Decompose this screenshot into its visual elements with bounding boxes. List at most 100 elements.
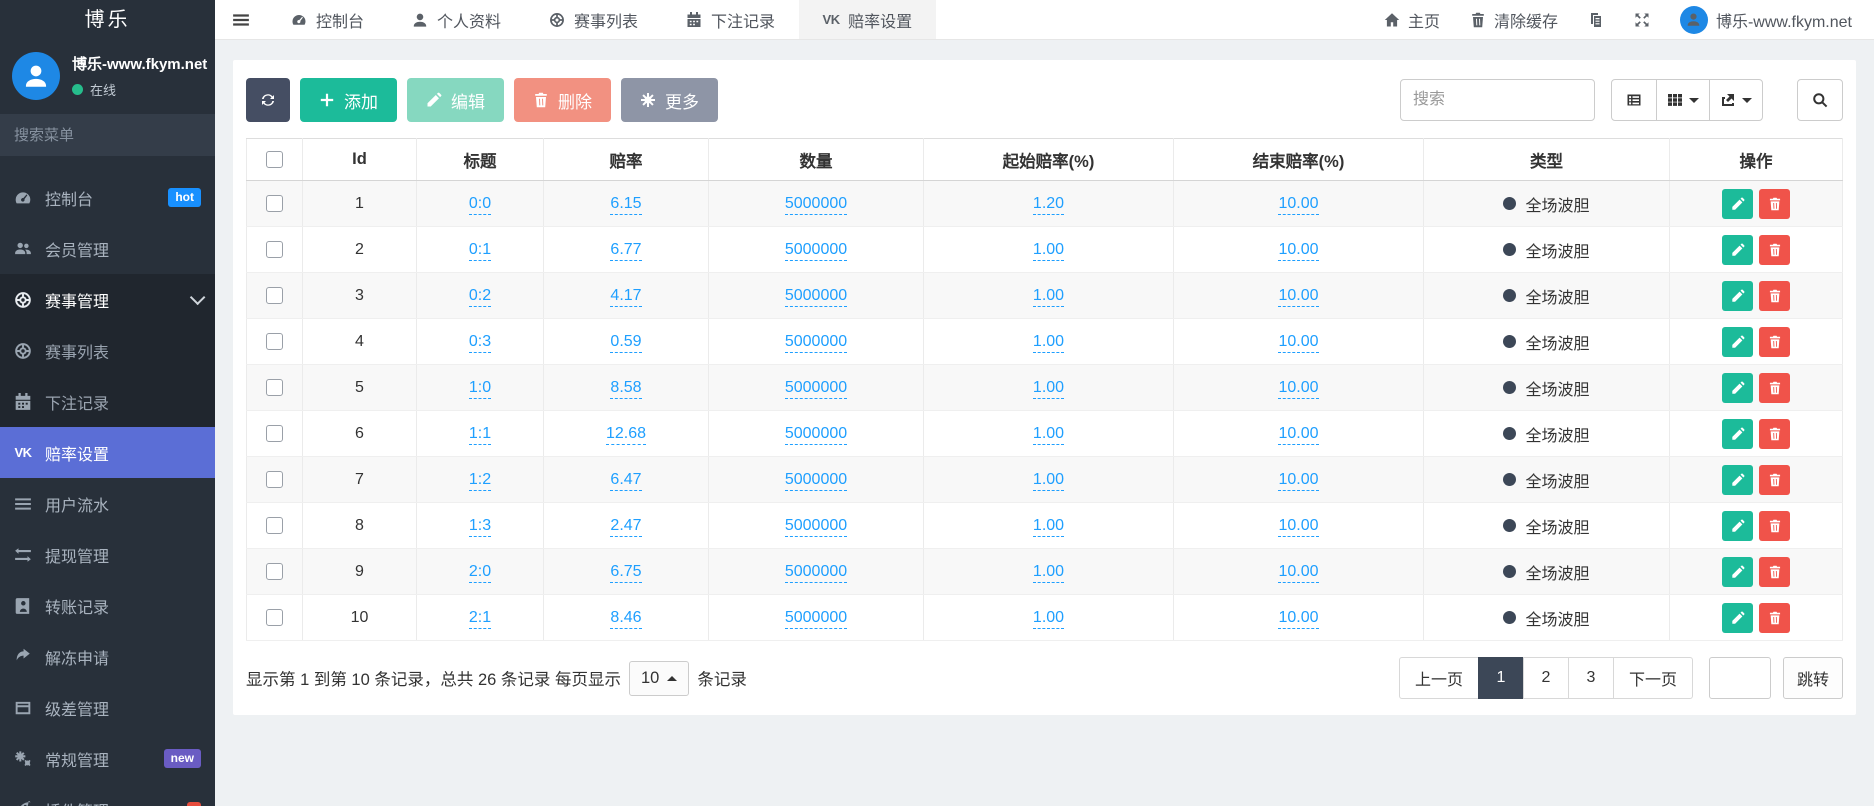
row-checkbox[interactable] <box>266 563 283 580</box>
delete-button[interactable]: 删除 <box>514 78 611 122</box>
editable-cell[interactable]: 1:3 <box>469 517 491 537</box>
row-delete-button[interactable] <box>1759 373 1790 403</box>
editable-cell[interactable]: 5000000 <box>785 195 847 215</box>
row-delete-button[interactable] <box>1759 557 1790 587</box>
select-all-checkbox[interactable] <box>266 151 283 168</box>
jump-page-input[interactable] <box>1709 657 1771 699</box>
editable-cell[interactable]: 2.47 <box>610 517 641 537</box>
row-delete-button[interactable] <box>1759 281 1790 311</box>
editable-cell[interactable]: 6.77 <box>610 241 641 261</box>
row-edit-button[interactable] <box>1722 465 1753 495</box>
row-edit-button[interactable] <box>1722 511 1753 541</box>
home-link[interactable]: 主页 <box>1384 8 1440 32</box>
row-delete-button[interactable] <box>1759 235 1790 265</box>
avatar[interactable] <box>12 52 60 100</box>
row-edit-button[interactable] <box>1722 281 1753 311</box>
row-edit-button[interactable] <box>1722 373 1753 403</box>
sidebar-item-用户流水[interactable]: 用户流水 <box>0 478 215 529</box>
editable-cell[interactable]: 5000000 <box>785 563 847 583</box>
row-delete-button[interactable] <box>1759 327 1790 357</box>
row-edit-button[interactable] <box>1722 235 1753 265</box>
row-delete-button[interactable] <box>1759 419 1790 449</box>
sidebar-item-解冻申请[interactable]: 解冻申请 <box>0 631 215 682</box>
editable-cell[interactable]: 8.46 <box>610 609 641 629</box>
sidebar-item-赛事管理[interactable]: 赛事管理 <box>0 274 215 325</box>
editable-cell[interactable]: 1.20 <box>1033 195 1064 215</box>
editable-cell[interactable]: 1.00 <box>1033 471 1064 491</box>
add-button[interactable]: 添加 <box>300 78 397 122</box>
editable-cell[interactable]: 6.47 <box>610 471 641 491</box>
sidebar-item-插件管理[interactable]: 插件管理 <box>0 784 215 806</box>
editable-cell[interactable]: 10.00 <box>1278 287 1318 307</box>
page-size-select[interactable]: 10 <box>629 661 689 696</box>
editable-cell[interactable]: 8.58 <box>610 379 641 399</box>
user-menu[interactable]: 博乐-www.fkym.net <box>1680 6 1852 34</box>
editable-cell[interactable]: 0:0 <box>469 195 491 215</box>
next-page-button[interactable]: 下一页 <box>1613 657 1693 699</box>
tab-赛事列表[interactable]: 赛事列表 <box>525 0 662 39</box>
editable-cell[interactable]: 5000000 <box>785 241 847 261</box>
row-checkbox[interactable] <box>266 333 283 350</box>
row-delete-button[interactable] <box>1759 189 1790 219</box>
editable-cell[interactable]: 1.00 <box>1033 517 1064 537</box>
row-edit-button[interactable] <box>1722 189 1753 219</box>
sidebar-item-转账记录[interactable]: 转账记录 <box>0 580 215 631</box>
editable-cell[interactable]: 1:2 <box>469 471 491 491</box>
columns-button[interactable] <box>1656 79 1710 121</box>
tab-控制台[interactable]: 控制台 <box>267 0 388 39</box>
editable-cell[interactable]: 5000000 <box>785 425 847 445</box>
row-delete-button[interactable] <box>1759 511 1790 541</box>
sidebar-item-级差管理[interactable]: 级差管理 <box>0 682 215 733</box>
row-edit-button[interactable] <box>1722 603 1753 633</box>
row-edit-button[interactable] <box>1722 419 1753 449</box>
editable-cell[interactable]: 5000000 <box>785 379 847 399</box>
docs-button[interactable] <box>1588 12 1604 28</box>
editable-cell[interactable]: 5000000 <box>785 287 847 307</box>
editable-cell[interactable]: 1.00 <box>1033 425 1064 445</box>
export-button[interactable] <box>1709 79 1763 121</box>
sidebar-item-赔率设置[interactable]: VK 赔率设置 <box>0 427 215 478</box>
row-checkbox[interactable] <box>266 379 283 396</box>
clear-cache-link[interactable]: 清除缓存 <box>1470 8 1558 32</box>
prev-page-button[interactable]: 上一页 <box>1399 657 1479 699</box>
page-button-3[interactable]: 3 <box>1568 657 1614 699</box>
editable-cell[interactable]: 1.00 <box>1033 563 1064 583</box>
row-checkbox[interactable] <box>266 287 283 304</box>
editable-cell[interactable]: 10.00 <box>1278 517 1318 537</box>
table-search-input[interactable] <box>1400 79 1595 121</box>
editable-cell[interactable]: 0:2 <box>469 287 491 307</box>
tab-赔率设置[interactable]: VK赔率设置 <box>799 0 936 39</box>
row-checkbox[interactable] <box>266 425 283 442</box>
row-edit-button[interactable] <box>1722 327 1753 357</box>
page-button-2[interactable]: 2 <box>1523 657 1569 699</box>
toggle-view-button[interactable] <box>1611 79 1657 121</box>
editable-cell[interactable]: 2:1 <box>469 609 491 629</box>
editable-cell[interactable]: 0.59 <box>610 333 641 353</box>
sidebar-item-赛事列表[interactable]: 赛事列表 <box>0 325 215 376</box>
editable-cell[interactable]: 0:1 <box>469 241 491 261</box>
tab-下注记录[interactable]: 下注记录 <box>662 0 799 39</box>
editable-cell[interactable]: 1.00 <box>1033 333 1064 353</box>
editable-cell[interactable]: 5000000 <box>785 333 847 353</box>
editable-cell[interactable]: 1:0 <box>469 379 491 399</box>
page-button-1[interactable]: 1 <box>1478 657 1524 699</box>
editable-cell[interactable]: 10.00 <box>1278 425 1318 445</box>
brand-title[interactable]: 博乐 <box>0 0 215 40</box>
editable-cell[interactable]: 10.00 <box>1278 471 1318 491</box>
row-checkbox[interactable] <box>266 471 283 488</box>
row-delete-button[interactable] <box>1759 465 1790 495</box>
jump-button[interactable]: 跳转 <box>1783 657 1843 699</box>
editable-cell[interactable]: 10.00 <box>1278 609 1318 629</box>
editable-cell[interactable]: 4.17 <box>610 287 641 307</box>
editable-cell[interactable]: 1.00 <box>1033 609 1064 629</box>
editable-cell[interactable]: 2:0 <box>469 563 491 583</box>
editable-cell[interactable]: 10.00 <box>1278 563 1318 583</box>
tab-个人资料[interactable]: 个人资料 <box>388 0 525 39</box>
editable-cell[interactable]: 10.00 <box>1278 333 1318 353</box>
refresh-button[interactable] <box>246 78 290 122</box>
editable-cell[interactable]: 10.00 <box>1278 379 1318 399</box>
row-checkbox[interactable] <box>266 517 283 534</box>
editable-cell[interactable]: 6.15 <box>610 195 641 215</box>
sidebar-item-提现管理[interactable]: 提现管理 <box>0 529 215 580</box>
row-delete-button[interactable] <box>1759 603 1790 633</box>
